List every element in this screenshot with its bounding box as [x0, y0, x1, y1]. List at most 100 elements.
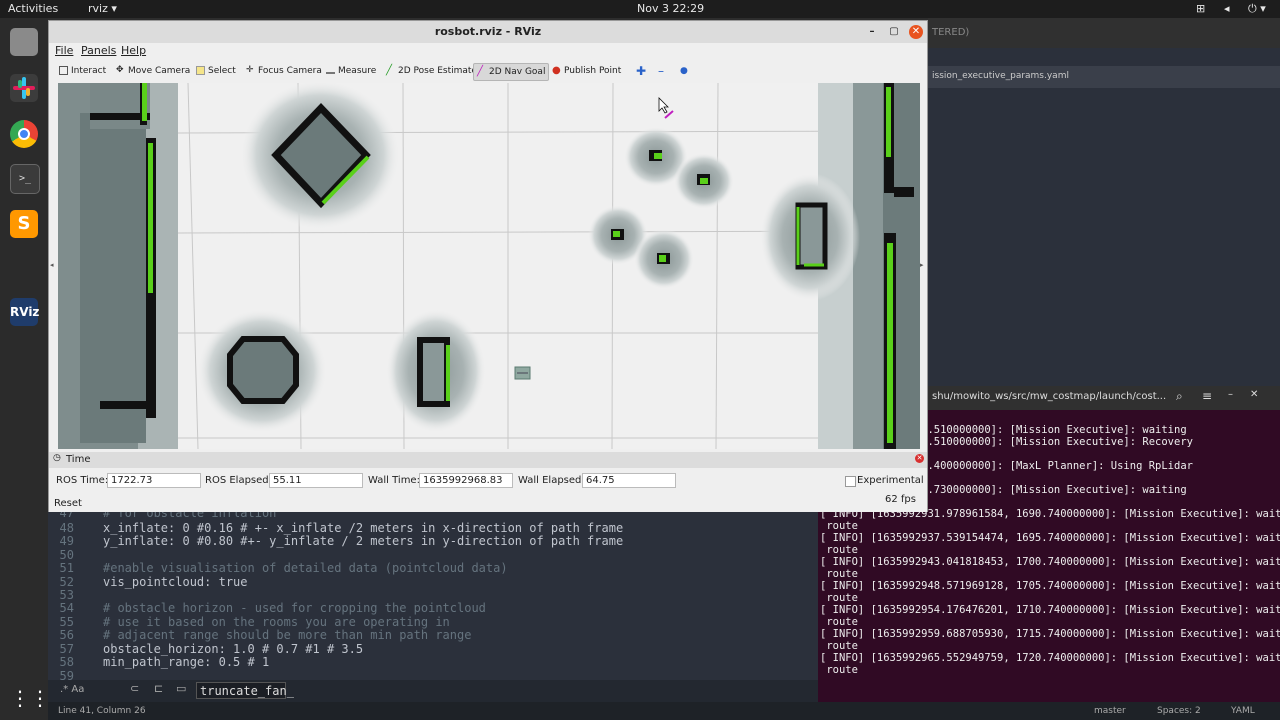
- tool-2d-pose-estimate[interactable]: ╱ 2D Pose Estimate: [383, 63, 480, 79]
- rviz-window: rosbot.rviz - RViz – ▢ ✕ File Panels Hel…: [48, 20, 928, 512]
- terminal-line: [ INFO] [1635992965.552949759, 1720.7400…: [820, 652, 1280, 664]
- minimize-button[interactable]: –: [865, 25, 879, 39]
- terminal-line: [ INFO] [1635992948.571969128, 1705.7400…: [820, 580, 1280, 592]
- terminal-line: route: [820, 640, 858, 652]
- slack-icon[interactable]: [10, 74, 38, 102]
- background-window-tab[interactable]: ission_executive_params.yaml: [928, 66, 1280, 88]
- tool-measure[interactable]: Measure: [323, 63, 379, 79]
- focus-icon: ✛: [246, 65, 254, 75]
- add-tool-icon[interactable]: ✚: [633, 63, 649, 79]
- line-number: 56: [59, 628, 74, 642]
- terminal-line: route: [820, 664, 858, 676]
- sublime-text-icon[interactable]: S: [10, 210, 38, 238]
- line-number: 53: [59, 588, 74, 602]
- line-number: 52: [59, 575, 74, 589]
- line-number: 57: [59, 642, 74, 656]
- system-top-bar: Activities rviz ▾ Nov 3 22:29 ⊞ ◂ ⏻ ▾: [0, 0, 1280, 18]
- activities-button[interactable]: Activities: [8, 2, 58, 15]
- menu-file[interactable]: File: [55, 44, 73, 57]
- pin-icon: ●: [552, 65, 561, 76]
- close-panel-icon[interactable]: ✕: [915, 454, 924, 463]
- terminal-icon[interactable]: >_: [10, 164, 40, 194]
- reset-button[interactable]: Reset: [54, 498, 82, 509]
- ros-time-field[interactable]: 1722.73: [107, 473, 201, 488]
- code-line[interactable]: vis_pointcloud: true: [103, 575, 248, 589]
- tool-move-camera[interactable]: ✥ Move Camera: [113, 63, 193, 79]
- tool-2d-nav-goal[interactable]: ╱ 2D Nav Goal: [473, 63, 550, 81]
- experimental-checkbox[interactable]: [845, 476, 856, 487]
- code-line[interactable]: # obstacle horizon - used for cropping t…: [103, 601, 486, 615]
- git-branch[interactable]: master: [1094, 706, 1126, 716]
- rviz-icon[interactable]: RViz: [10, 298, 39, 326]
- find-options[interactable]: .* Aa: [60, 684, 84, 695]
- remove-tool-icon[interactable]: –: [655, 63, 667, 79]
- background-window-title: TERED): [928, 18, 1280, 48]
- find-bar: .* Aa ⊂ ⊏ ▭ truncate_fan_: [48, 680, 818, 702]
- terminal-title-bar: shu/mowito_ws/src/mw_costmap/launch/cost…: [928, 386, 1280, 410]
- clock[interactable]: Nov 3 22:29: [637, 2, 704, 15]
- app-name: rviz: [88, 2, 108, 15]
- clock-icon: ◷: [53, 453, 61, 463]
- code-line[interactable]: y_inflate: 0 #0.80 #+- y_inflate / 2 met…: [103, 534, 623, 548]
- tool-focus-camera[interactable]: ✛ Focus Camera: [243, 63, 325, 79]
- tool-properties-icon[interactable]: ●: [677, 63, 691, 79]
- map-view[interactable]: [58, 83, 920, 449]
- find-input[interactable]: truncate_fan_: [196, 682, 294, 699]
- wall-elapsed-field[interactable]: 64.75: [582, 473, 676, 488]
- line-number: 55: [59, 615, 74, 629]
- indentation[interactable]: Spaces: 2: [1157, 706, 1201, 716]
- code-line[interactable]: min_path_range: 0.5 # 1: [103, 655, 269, 669]
- ruler-icon: [326, 68, 335, 74]
- code-line[interactable]: #enable visualisation of detailed data (…: [103, 561, 508, 575]
- fps-counter: 62 fps: [885, 494, 916, 505]
- terminal-line: route: [820, 568, 858, 580]
- code-line[interactable]: # adjacent range should be more than min…: [103, 628, 471, 642]
- line-number: 51: [59, 561, 74, 575]
- ros-elapsed-field[interactable]: 55.11: [269, 473, 363, 488]
- rviz-title-bar: rosbot.rviz - RViz – ▢ ✕: [49, 21, 927, 43]
- chrome-icon[interactable]: [10, 120, 38, 148]
- tool-interact[interactable]: Interact: [56, 63, 109, 79]
- line-number: 58: [59, 655, 74, 669]
- syntax[interactable]: YAML: [1231, 706, 1255, 716]
- code-editor[interactable]: 47 # for obstacle inflation 48 x_inflate: 0…: [48, 506, 818, 702]
- ros-time-label: ROS Time:: [56, 475, 109, 486]
- obstacle-box-right: [795, 202, 828, 270]
- experimental-label: Experimental: [857, 475, 924, 486]
- case-icon[interactable]: ⊂: [130, 682, 139, 695]
- close-button[interactable]: ✕: [909, 25, 923, 39]
- left-panel-toggle-icon[interactable]: ◂: [50, 261, 54, 269]
- code-line[interactable]: obstacle_horizon: 1.0 # 0.7 #1 # 3.5: [103, 642, 363, 656]
- menu-help[interactable]: Help: [121, 44, 146, 57]
- search-icon[interactable]: ⌕: [1176, 389, 1183, 404]
- files-icon[interactable]: [10, 28, 38, 56]
- selection-icon[interactable]: ▭: [176, 682, 186, 695]
- terminal-line: route: [820, 520, 858, 532]
- maximize-button[interactable]: ▢: [887, 25, 901, 39]
- power-icon[interactable]: ⏻ ▾: [1248, 2, 1266, 16]
- menu-icon[interactable]: ≡: [1202, 389, 1212, 403]
- wrap-icon[interactable]: ⊏: [154, 682, 163, 695]
- terminal-line: route: [820, 616, 858, 628]
- right-panel-toggle-icon[interactable]: ▸: [920, 261, 924, 269]
- terminal-line: [ INFO] [1635992943.041818453, 1700.7400…: [820, 556, 1280, 568]
- menu-panels[interactable]: Panels: [81, 44, 116, 57]
- tool-publish-point[interactable]: ● Publish Point: [549, 63, 624, 79]
- minimize-icon[interactable]: –: [1228, 389, 1233, 400]
- code-line[interactable]: x_inflate: 0 #0.16 # +- x_inflate /2 met…: [103, 521, 623, 535]
- close-icon[interactable]: ✕: [1250, 389, 1258, 400]
- code-line[interactable]: # use it based on the rooms you are oper…: [103, 615, 450, 629]
- volume-icon[interactable]: ◂: [1224, 2, 1230, 15]
- show-applications-icon[interactable]: ⋮⋮: [10, 684, 50, 712]
- cursor-position: Line 41, Column 26: [58, 706, 146, 716]
- line-number: 50: [59, 548, 74, 562]
- time-panel: ROS Time: 1722.73 ROS Elapsed: 55.11 Wal…: [49, 468, 927, 512]
- ros-elapsed-label: ROS Elapsed:: [205, 475, 272, 486]
- obstacle-round: [227, 336, 299, 404]
- tool-select[interactable]: Select: [193, 63, 239, 79]
- wall-time-field[interactable]: 1635992968.83: [419, 473, 513, 488]
- network-icon[interactable]: ⊞: [1196, 2, 1205, 15]
- editor-status-bar: Line 41, Column 26 master Spaces: 2 YAML: [48, 702, 1280, 720]
- app-menu[interactable]: rviz ▾: [88, 2, 117, 15]
- terminal-line: route: [820, 592, 858, 604]
